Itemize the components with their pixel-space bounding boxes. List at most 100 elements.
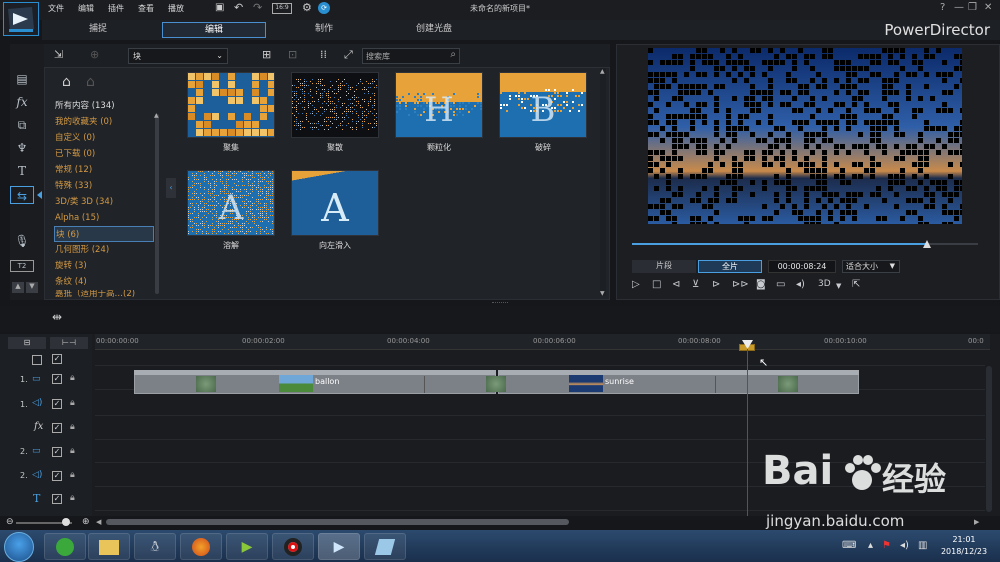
collapse-panel-button[interactable]: ‹ [166, 178, 176, 198]
track-enable-checkbox[interactable]: ✓ [52, 447, 62, 457]
taskbar-firefox[interactable] [180, 533, 222, 560]
tab-create-disc[interactable]: 创建光盘 [394, 22, 474, 38]
expand-view-icon[interactable]: ⤢ [344, 48, 353, 62]
split-icon[interactable]: ⊻ [692, 279, 699, 290]
master-enable-checkbox[interactable]: ✓ [52, 354, 62, 364]
import-media-icon[interactable]: ⇲ [54, 48, 63, 61]
category-item[interactable]: 嘉抵（适用于高…(2) [54, 290, 154, 298]
thumb-scrollbar[interactable] [600, 68, 606, 296]
timeline-view-button[interactable]: ⊟ [8, 337, 46, 349]
taskbar-media-app[interactable]: ▶ [226, 533, 268, 560]
lock-icon[interactable]: 🔒︎ [70, 446, 75, 456]
undo-icon[interactable]: ↶ [234, 1, 243, 14]
timeline-hscroll[interactable] [106, 519, 569, 525]
category-scrollbar[interactable] [155, 114, 159, 294]
title-room-icon[interactable]: T [10, 162, 34, 180]
category-dropdown[interactable]: 块 ⌄ [128, 48, 228, 64]
thumb-scatter[interactable] [291, 72, 379, 138]
lock-icon[interactable]: 🔒︎ [70, 373, 75, 383]
scroll-down-button[interactable]: ▼ [26, 282, 38, 293]
tab-capture[interactable]: 捕捉 [58, 22, 138, 38]
category-item[interactable]: 3D/类 3D (34) [54, 194, 154, 210]
effect-room-icon[interactable]: fx [10, 93, 34, 111]
help-button[interactable]: ? [940, 2, 945, 13]
track-enable-checkbox[interactable]: ✓ [52, 374, 62, 384]
thumb-dissolve[interactable]: A [187, 170, 275, 236]
minimize-button[interactable]: — [954, 2, 964, 13]
master-video-toggle[interactable] [32, 355, 42, 365]
category-item[interactable]: 几何图形 (24) [54, 242, 154, 258]
chapter-room-icon[interactable]: T2 [10, 260, 34, 272]
menu-file[interactable]: 文件 [48, 3, 64, 14]
lock-icon[interactable]: 🔒︎ [70, 493, 75, 503]
start-button[interactable] [4, 532, 34, 562]
volume-icon[interactable]: ◂) [796, 279, 805, 290]
3d-mode-button[interactable]: 3D [818, 279, 831, 289]
menu-playback[interactable]: 播放 [168, 3, 184, 14]
fast-forward-icon[interactable]: ⊳⊳ [732, 279, 749, 290]
track-enable-checkbox[interactable]: ✓ [52, 399, 62, 409]
transition-marker[interactable] [196, 376, 216, 392]
chevron-down-icon[interactable]: ▼ [836, 282, 841, 290]
category-item[interactable]: 自定义 (0) [54, 130, 154, 146]
playhead-line[interactable] [747, 346, 748, 516]
category-item[interactable]: Alpha (15) [54, 210, 154, 226]
tag-add-icon[interactable]: ⌂ [62, 74, 71, 90]
taskbar-recorder[interactable] [272, 533, 314, 560]
undock-preview-icon[interactable]: ⇱ [852, 279, 860, 290]
subtitle-icon[interactable]: ▭ [776, 279, 785, 290]
settings-gear-icon[interactable]: ⚙ [302, 1, 312, 14]
track-enable-checkbox[interactable]: ✓ [52, 471, 62, 481]
pip-room-icon[interactable]: ⧉ [10, 116, 34, 134]
clip-mode-button[interactable]: 片段 [632, 260, 696, 273]
scroll-up-arrow-icon[interactable]: ▲ [600, 68, 605, 75]
tab-edit[interactable]: 编辑 [162, 22, 266, 38]
taskbar-app-360[interactable] [44, 533, 86, 560]
scroll-down-arrow-icon[interactable]: ▼ [600, 290, 605, 297]
zoom-fit-dropdown[interactable]: 适合大小 ▼ [842, 260, 900, 273]
category-item[interactable]: 条纹 (4) [54, 274, 154, 290]
search-input[interactable]: 搜索库 ⌕ [362, 48, 460, 64]
category-item[interactable]: 常规 (12) [54, 162, 154, 178]
update-icon[interactable]: ⟳ [318, 2, 330, 14]
lock-icon[interactable]: 🔒︎ [70, 422, 75, 432]
add-to-timeline-icon[interactable]: ⊞ [262, 48, 271, 61]
taskbar-qq[interactable]: 🐧︎ [134, 533, 176, 560]
restore-button[interactable]: ❐ [968, 2, 977, 13]
taskbar-explorer[interactable] [88, 533, 130, 560]
zoom-slider-handle[interactable] [62, 518, 70, 526]
thumb-slide-left[interactable]: A [291, 170, 379, 236]
transition-marker[interactable] [778, 376, 798, 392]
zoom-in-icon[interactable]: ⊕ [82, 517, 90, 527]
save-icon[interactable]: ▣ [215, 2, 224, 13]
menu-edit[interactable]: 编辑 [78, 3, 94, 14]
aspect-ratio-icon[interactable]: 16:9 [272, 3, 292, 14]
category-item[interactable]: 已下载 (0) [54, 146, 154, 162]
grid-view-icon[interactable]: ⁞⁞ [320, 48, 327, 61]
transition-room-icon[interactable]: ⇆ [10, 186, 34, 204]
thumb-gather[interactable] [187, 72, 275, 138]
close-button[interactable]: ✕ [984, 2, 992, 13]
snapshot-icon[interactable]: ◙ [756, 279, 766, 290]
category-item[interactable]: 所有内容 (134) [54, 98, 154, 114]
next-frame-icon[interactable]: ⊳ [712, 279, 720, 290]
track-enable-checkbox[interactable]: ✓ [52, 494, 62, 504]
category-item-selected[interactable]: 块 (6) [54, 226, 154, 242]
scroll-up-button[interactable]: ▲ [12, 282, 24, 293]
media-room-icon[interactable]: ▤ [10, 70, 34, 88]
menu-plugins[interactable]: 插件 [108, 3, 124, 14]
timecode-display[interactable]: 00:00:08:24 [768, 260, 836, 273]
fit-timeline-icon[interactable]: ⇹ [52, 310, 62, 324]
tab-produce[interactable]: 制作 [284, 22, 364, 38]
category-item[interactable]: 旋转 (3) [54, 258, 154, 274]
zoom-out-icon[interactable]: ⊖ [6, 517, 14, 527]
play-icon[interactable]: ▷ [632, 279, 640, 290]
thumb-shatter[interactable]: B [499, 72, 587, 138]
taskbar-editor[interactable] [364, 533, 406, 560]
search-icon[interactable]: ⌕ [450, 49, 456, 60]
category-item[interactable]: 我的收藏夹 (0) [54, 114, 154, 130]
redo-icon[interactable]: ↷ [253, 1, 262, 14]
previous-frame-icon[interactable]: ⊲ [672, 279, 680, 290]
storyboard-view-button[interactable]: ⊢⊣ [50, 337, 88, 349]
stop-icon[interactable]: □ [652, 279, 661, 290]
